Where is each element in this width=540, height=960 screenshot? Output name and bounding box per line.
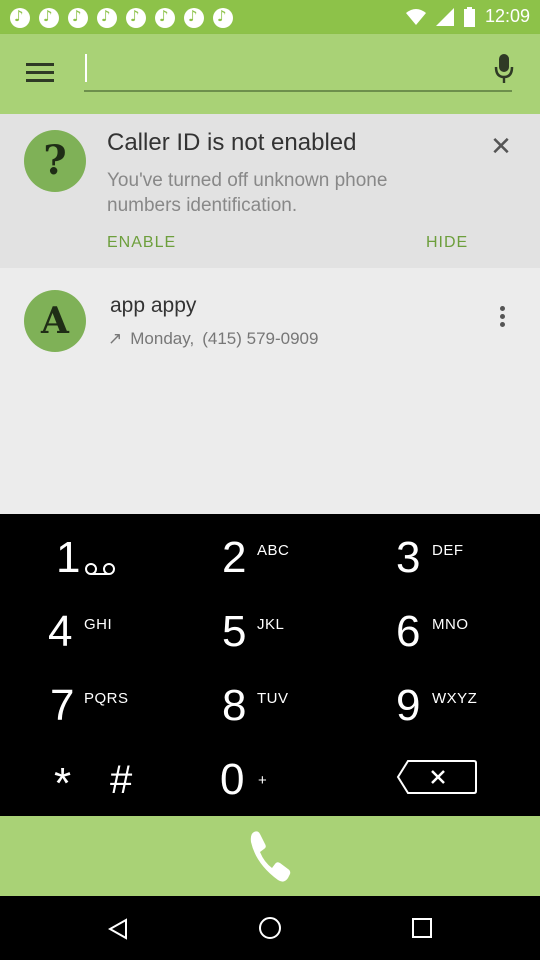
outgoing-call-icon: ↗ (108, 329, 123, 348)
call-detail: ↗ Monday, (415) 579-0909 (108, 329, 318, 349)
dialpad-key-4[interactable]: 4 GHI (48, 610, 168, 660)
caller-id-notice-card: ? Caller ID is not enabled ✕ You've turn… (0, 114, 540, 268)
dialpad-key-1[interactable]: 1 (50, 536, 170, 586)
music-notification-icon (184, 7, 204, 28)
overflow-menu-icon[interactable] (494, 306, 510, 338)
text-cursor (85, 54, 87, 82)
microphone-icon[interactable] (494, 54, 514, 84)
caller-id-description: You've turned off unknown phone numbers … (107, 170, 388, 216)
music-notification-icon (126, 7, 146, 28)
music-notification-icon (39, 7, 59, 28)
dialpad-key-3[interactable]: 3 DEF (396, 536, 516, 586)
notification-icons (10, 7, 233, 28)
phone-icon (250, 831, 291, 882)
music-notification-icon (155, 7, 175, 28)
search-field[interactable] (84, 52, 512, 92)
music-notification-icon (10, 7, 30, 28)
music-notification-icon (97, 7, 117, 28)
music-notification-icon (213, 7, 233, 28)
menu-icon[interactable] (26, 58, 60, 86)
status-bar: 12:09 (0, 0, 540, 34)
dialpad-key-9[interactable]: 9 WXYZ (396, 684, 516, 734)
search-input[interactable] (84, 52, 470, 90)
voicemail-icon (85, 563, 115, 575)
dialpad-key-6[interactable]: 6 MNO (396, 610, 516, 660)
backspace-icon[interactable] (396, 759, 478, 795)
dialpad-key-7[interactable]: 7 PQRS (50, 684, 170, 734)
call-button[interactable] (0, 816, 540, 896)
avatar: A (24, 290, 86, 352)
question-icon: ? (24, 130, 86, 192)
home-icon[interactable] (258, 916, 282, 940)
dialpad-key-5[interactable]: 5 JKL (222, 610, 342, 660)
caller-id-title: Caller ID is not enabled (107, 129, 357, 156)
call-day: Monday, (130, 329, 195, 348)
dialpad-key-2[interactable]: 2 ABC (222, 536, 342, 586)
contact-name: app appy (110, 294, 197, 317)
close-icon[interactable]: ✕ (488, 134, 514, 160)
wifi-icon (405, 8, 426, 25)
dialpad-key-star[interactable]: * (54, 758, 94, 808)
navigation-bar (0, 896, 540, 960)
search-toolbar (0, 34, 540, 114)
call-log-item[interactable]: A app appy ↗ Monday, (415) 579-0909 (0, 270, 540, 370)
call-number: (415) 579-0909 (202, 329, 319, 348)
dialpad-key-0[interactable]: 0 + (220, 758, 340, 808)
dialpad-key-hash[interactable]: # (110, 758, 150, 808)
dialpad-key-8[interactable]: 8 TUV (222, 684, 342, 734)
dialpad: 1 2 ABC 3 DEF 4 GHI 5 JKL 6 MNO 7 PQRS 8… (0, 514, 540, 816)
clock: 12:09 (484, 6, 530, 26)
enable-button[interactable]: ENABLE (107, 234, 176, 252)
music-notification-icon (68, 7, 88, 28)
battery-icon (463, 6, 475, 27)
hide-button[interactable]: HIDE (426, 234, 468, 252)
back-icon[interactable] (108, 918, 128, 940)
signal-icon (435, 7, 454, 26)
recents-icon[interactable] (412, 918, 432, 938)
